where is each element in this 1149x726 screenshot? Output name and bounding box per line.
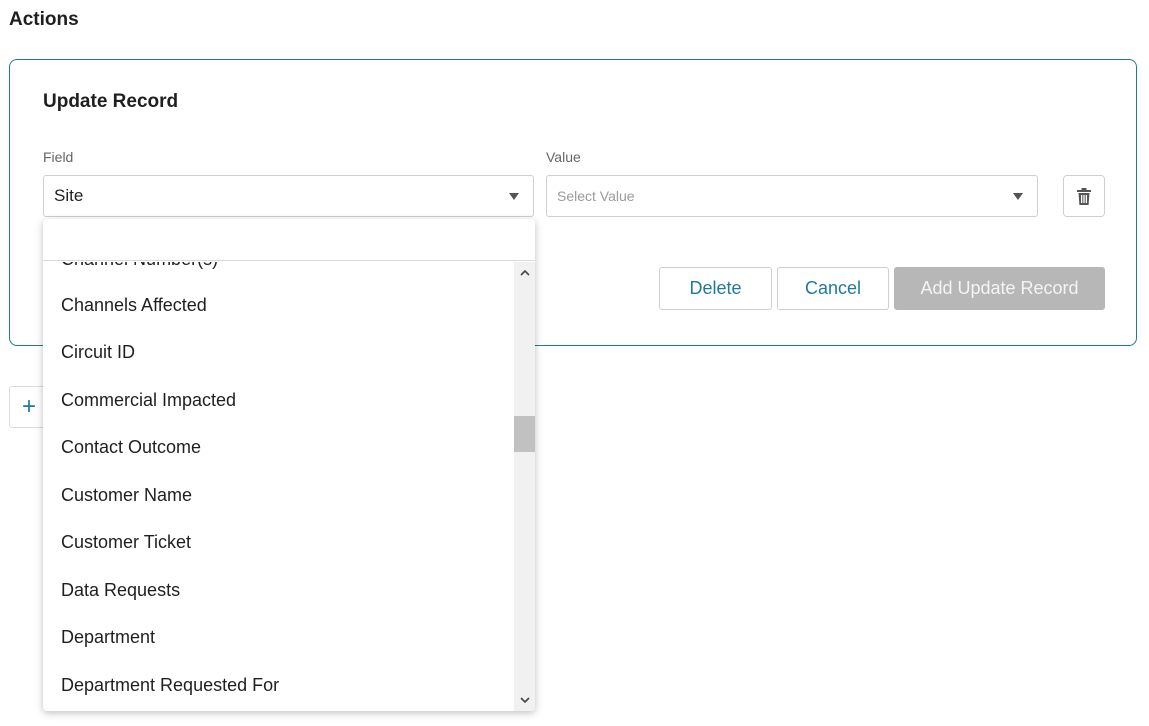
delete-button[interactable]: Delete bbox=[659, 267, 772, 310]
list-item[interactable]: Customer Ticket bbox=[43, 519, 514, 566]
caret-down-icon bbox=[509, 192, 519, 200]
section-title: Actions bbox=[9, 9, 79, 30]
cancel-button[interactable]: Cancel bbox=[777, 267, 889, 310]
dropdown-scrollbar[interactable] bbox=[514, 262, 535, 711]
chevron-down-icon bbox=[519, 696, 530, 703]
value-select[interactable]: Select Value bbox=[546, 175, 1038, 217]
value-select-placeholder: Select Value bbox=[557, 188, 635, 204]
scroll-down-button[interactable] bbox=[514, 691, 535, 709]
list-item[interactable]: Customer Name bbox=[43, 472, 514, 519]
dropdown-list: Channel Number(s) Channels Affected Circ… bbox=[43, 262, 514, 711]
delete-row-button[interactable] bbox=[1063, 175, 1105, 217]
card-title: Update Record bbox=[43, 91, 179, 112]
list-item[interactable]: Data Requests bbox=[43, 567, 514, 614]
list-item[interactable]: Channels Affected bbox=[43, 282, 514, 329]
list-item[interactable]: Department bbox=[43, 614, 514, 661]
field-dropdown: Channel Number(s) Channels Affected Circ… bbox=[43, 219, 535, 711]
chevron-up-icon bbox=[519, 269, 530, 276]
list-item[interactable]: Channel Number(s) bbox=[43, 262, 514, 283]
field-label: Field bbox=[43, 149, 74, 165]
scroll-thumb[interactable] bbox=[514, 416, 535, 452]
field-select-value: Site bbox=[54, 186, 84, 205]
dropdown-search-input[interactable] bbox=[43, 219, 535, 261]
plus-icon: + bbox=[22, 393, 37, 420]
list-item[interactable]: Commercial Impacted bbox=[43, 377, 514, 424]
add-update-record-button[interactable]: Add Update Record bbox=[894, 267, 1105, 310]
list-item[interactable]: Contact Outcome bbox=[43, 424, 514, 471]
field-select[interactable]: Site bbox=[43, 175, 534, 217]
trash-icon bbox=[1077, 187, 1091, 205]
list-item[interactable]: Circuit ID bbox=[43, 329, 514, 376]
scroll-up-button[interactable] bbox=[514, 263, 535, 281]
caret-down-icon bbox=[1013, 192, 1023, 200]
list-item[interactable]: Department Requested For bbox=[43, 662, 514, 709]
value-label: Value bbox=[546, 149, 581, 165]
